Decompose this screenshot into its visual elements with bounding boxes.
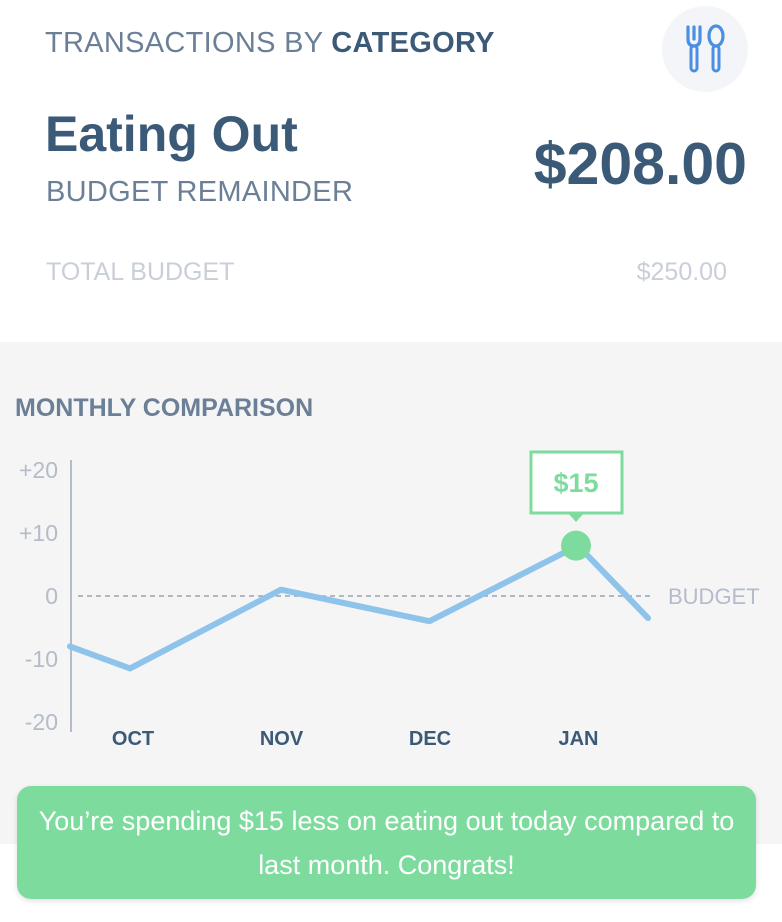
monthly-comparison-chart: +20 +10 0 -10 -20 BUDGET OCT NOV DEC JAN $15 <box>19 450 760 750</box>
highlight-callout-label: $15 <box>553 468 598 498</box>
x-category-label: DEC <box>409 728 451 750</box>
category-icon-button[interactable] <box>662 6 748 92</box>
highlight-point <box>561 530 591 561</box>
y-tick-label: -10 <box>25 646 58 672</box>
budget-remainder-label: BUDGET REMAINDER <box>46 176 354 208</box>
y-tick-label: -20 <box>25 709 58 735</box>
series-line <box>67 542 651 672</box>
category-name: Eating Out <box>45 106 298 162</box>
page-title-prefix: TRANSACTIONS BY <box>45 27 332 59</box>
x-category-label: JAN <box>558 728 598 750</box>
highlight-callout-pointer <box>568 513 584 522</box>
page-title-emphasis: CATEGORY <box>331 27 495 59</box>
budget-reference-label: BUDGET <box>668 584 760 609</box>
congrats-message-text: You’re spending $15 less on eating out t… <box>38 805 735 880</box>
x-category-label: OCT <box>112 728 154 750</box>
congrats-message: You’re spending $15 less on eating out t… <box>17 786 756 899</box>
total-budget-value: $250.00 <box>636 258 727 286</box>
page-title: TRANSACTIONS BY CATEGORY <box>45 27 495 60</box>
total-budget-label: TOTAL BUDGET <box>46 258 235 286</box>
x-category-label: NOV <box>260 728 304 750</box>
utensils-icon <box>686 24 725 73</box>
y-tick-label: 0 <box>45 583 58 609</box>
y-tick-label: +10 <box>19 520 58 546</box>
budget-remainder-amount: $208.00 <box>533 131 747 197</box>
y-tick-label: +20 <box>19 457 58 483</box>
